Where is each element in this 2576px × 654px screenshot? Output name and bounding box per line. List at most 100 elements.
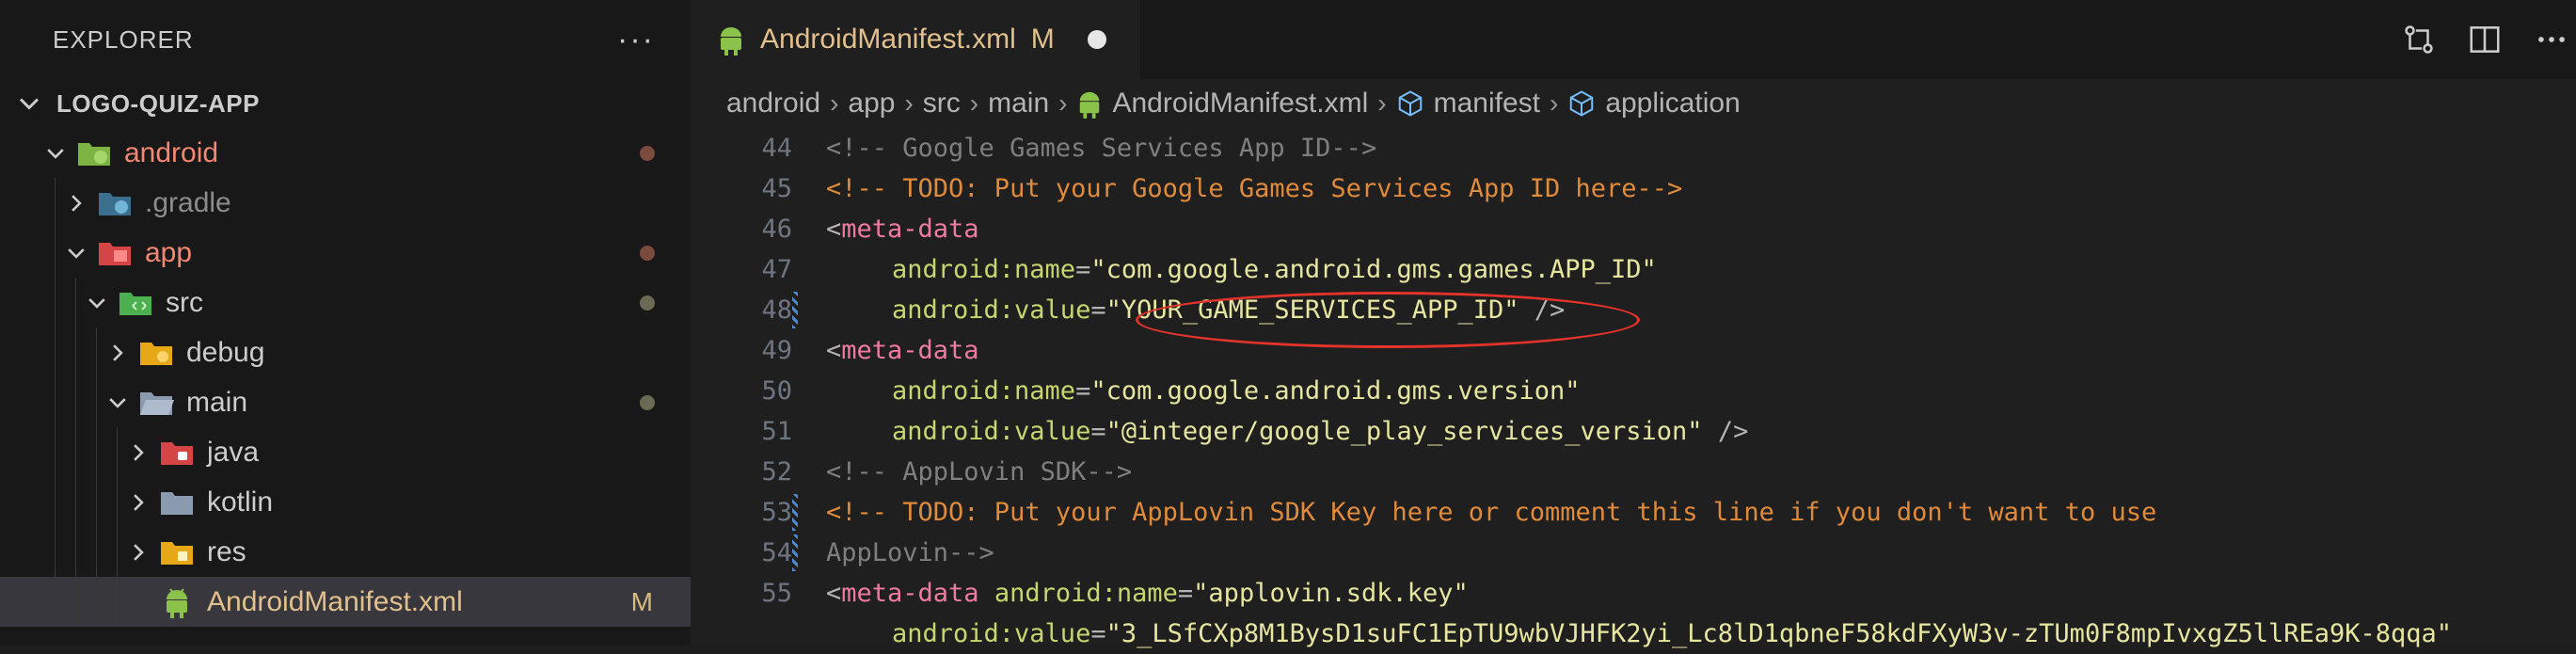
line-number: 47 xyxy=(761,255,792,284)
code-string: "YOUR_GAME_SERVICES_APP_ID" xyxy=(1105,295,1519,325)
code-todo-comment: <!-- TODO: Put your AppLovin SDK Key her… xyxy=(826,498,2157,527)
tree-item-debug[interactable]: debug xyxy=(0,327,691,377)
code-line: 45 <!-- TODO: Put your Google Games Serv… xyxy=(691,168,2576,209)
tree-item-src[interactable]: src xyxy=(0,278,691,327)
breadcrumb-item[interactable]: src xyxy=(923,88,961,120)
app-folder-icon xyxy=(99,242,131,265)
code-comment: AppLovin--> xyxy=(826,538,994,567)
debug-folder-icon xyxy=(140,342,172,365)
res-folder-icon xyxy=(161,541,193,565)
code-line: 51 android:value="@integer/google_play_s… xyxy=(691,411,2576,452)
line-number: 50 xyxy=(761,376,792,406)
tree-item-label: main xyxy=(186,386,248,418)
tree-item-res[interactable]: res xyxy=(0,527,691,577)
more-actions-icon[interactable] xyxy=(2533,22,2570,57)
code-line: 48 android:value="YOUR_GAME_SERVICES_APP… xyxy=(691,290,2576,330)
chevron-right-icon: › xyxy=(1377,88,1387,118)
tab-android-manifest[interactable]: AndroidManifest.xml M xyxy=(691,0,1140,79)
tree-item-android-manifest[interactable]: AndroidManifest.xml M xyxy=(0,577,691,627)
code-line: android:value="3_LSfCXp8M1BysD1suFC1EpTU… xyxy=(691,614,2576,654)
line-number: 46 xyxy=(761,215,792,244)
breadcrumb-item[interactable]: AndroidManifest.xml xyxy=(1112,88,1368,120)
code-attribute: android:value xyxy=(892,417,1091,446)
android-icon xyxy=(1080,91,1100,119)
code-line: 53 <!-- TODO: Put your AppLovin SDK Key … xyxy=(691,492,2576,533)
code-line: 46 <meta-data xyxy=(691,209,2576,249)
tree-item-label: android xyxy=(124,136,219,168)
chevron-right-icon xyxy=(72,194,82,212)
line-number: 54 xyxy=(761,538,792,567)
modified-gutter-marker xyxy=(792,534,798,571)
chevron-down-icon xyxy=(19,98,40,110)
code-attribute: android:name xyxy=(892,376,1076,406)
tab-label: AndroidManifest.xml xyxy=(760,24,1016,55)
code-attribute: android:value xyxy=(892,619,1091,648)
code-line: 44 <!-- Google Games Services App ID--> xyxy=(691,128,2576,168)
code-tag: meta-data xyxy=(841,336,979,365)
breadcrumb: android › app › src › main › AndroidMani… xyxy=(691,79,2576,128)
tree-item-main[interactable]: main xyxy=(0,377,691,427)
code-punctuation: = xyxy=(1090,619,1106,648)
chevron-down-icon xyxy=(109,397,126,408)
code-punctuation: < xyxy=(826,215,842,244)
code-line: 54 AppLovin--> xyxy=(691,533,2576,573)
chevron-right-icon xyxy=(134,543,144,561)
project-root[interactable]: LOGO-QUIZ-APP xyxy=(0,79,691,128)
breadcrumb-item[interactable]: app xyxy=(848,88,895,120)
tree-item-label: app xyxy=(145,236,193,268)
chevron-right-icon xyxy=(113,343,123,361)
modified-dot xyxy=(640,145,655,161)
chevron-down-icon xyxy=(68,247,85,259)
line-number: 51 xyxy=(761,417,792,446)
code-editor[interactable]: 44 <!-- Google Games Services App ID--> … xyxy=(691,128,2576,648)
code-line: 52 <!-- AppLovin SDK--> xyxy=(691,452,2576,492)
code-line: 49 <meta-data xyxy=(691,330,2576,371)
line-number: 52 xyxy=(761,457,792,487)
folder-open-icon xyxy=(140,391,174,415)
code-punctuation: /> xyxy=(1519,295,1566,325)
modified-badge: M xyxy=(630,586,653,616)
tree-item-app[interactable]: app xyxy=(0,228,691,278)
android-folder-icon xyxy=(78,142,110,166)
tree-item-gradle[interactable]: .gradle xyxy=(0,178,691,228)
tree-item-java[interactable]: java xyxy=(0,427,691,477)
more-actions-button[interactable]: ··· xyxy=(617,22,655,58)
modified-dot xyxy=(640,245,655,261)
code-string: "@integer/google_play_services_version" xyxy=(1105,417,1703,446)
line-number: 49 xyxy=(761,336,792,365)
gradle-folder-icon xyxy=(99,192,131,215)
modified-dot xyxy=(640,295,655,311)
breadcrumb-item[interactable]: android xyxy=(726,88,820,120)
code-punctuation: = xyxy=(1177,579,1194,608)
chevron-right-icon: › xyxy=(830,88,839,118)
code-punctuation: = xyxy=(1075,376,1091,406)
breadcrumb-item[interactable]: manifest xyxy=(1434,88,1540,120)
code-tag: meta-data xyxy=(841,215,979,244)
chevron-right-icon: › xyxy=(904,88,914,118)
tree-item-label: java xyxy=(207,436,260,468)
unsaved-dot-icon[interactable] xyxy=(1088,30,1106,49)
code-todo-comment: <!-- TODO: Put your Google Games Service… xyxy=(826,174,1683,203)
code-line: 50 android:name="com.google.android.gms.… xyxy=(691,371,2576,411)
breadcrumb-item[interactable]: main xyxy=(988,88,1049,120)
code-attribute: android:value xyxy=(892,295,1091,325)
code-punctuation: < xyxy=(826,579,842,608)
tree-item-label: AndroidManifest.xml xyxy=(207,585,463,617)
code-punctuation: = xyxy=(1090,417,1106,446)
explorer-sidebar: EXPLORER ··· LOGO-QUIZ-APP android .grad… xyxy=(0,0,691,646)
tree-item-android[interactable]: android xyxy=(0,128,691,178)
tab-bar: AndroidManifest.xml M xyxy=(691,0,2576,79)
tree-item-label: kotlin xyxy=(207,486,274,518)
symbol-element-icon xyxy=(1398,90,1422,117)
compare-changes-icon[interactable] xyxy=(2401,22,2437,57)
split-editor-icon[interactable] xyxy=(2467,22,2503,57)
chevron-right-icon xyxy=(134,443,144,461)
tree-item-kotlin[interactable]: kotlin xyxy=(0,477,691,527)
explorer-header: EXPLORER ··· xyxy=(0,0,691,79)
line-number: 44 xyxy=(761,134,792,163)
tree-item-label: res xyxy=(207,535,246,567)
code-string: "com.google.android.gms.version" xyxy=(1090,376,1581,406)
breadcrumb-item[interactable]: application xyxy=(1605,88,1740,120)
chevron-right-icon xyxy=(134,493,144,511)
line-number: 45 xyxy=(761,174,792,203)
